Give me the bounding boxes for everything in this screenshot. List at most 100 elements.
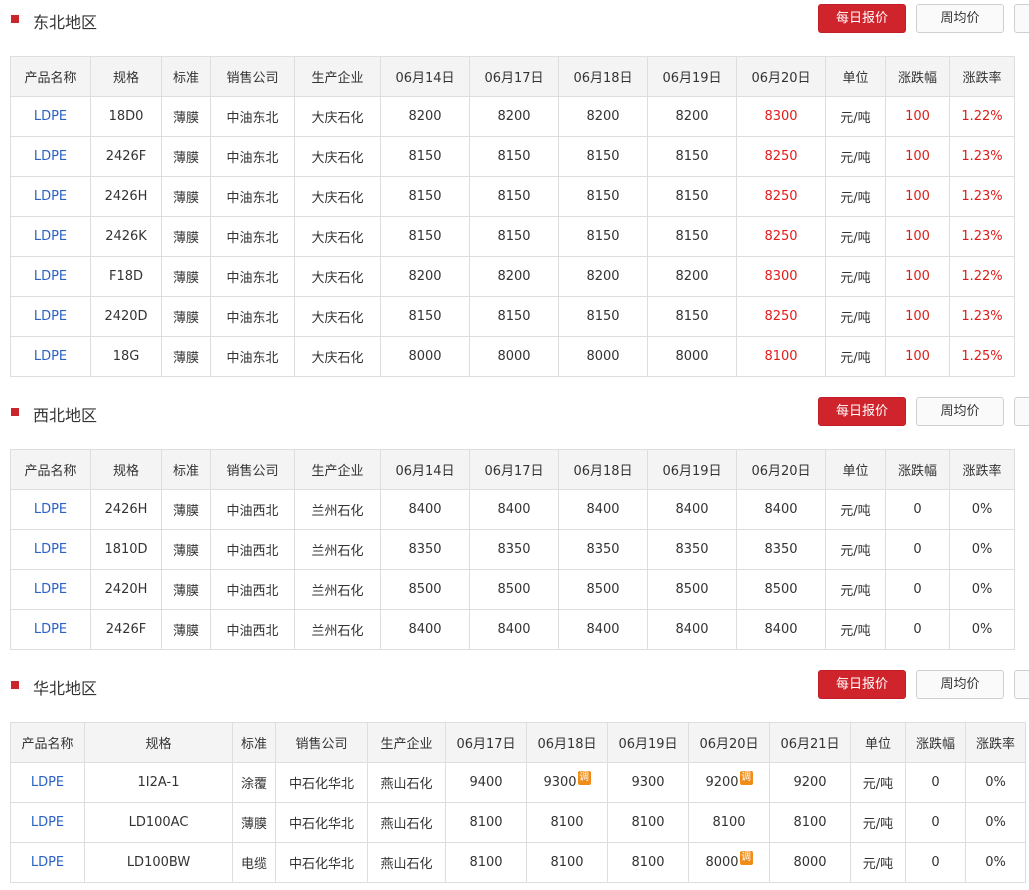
daily-quote-button[interactable]: 每日报价 [818, 397, 906, 426]
price-day3-value: 9300 [631, 775, 665, 790]
daily-quote-button[interactable]: 每日报价 [818, 670, 906, 699]
unit-cell: 元/吨 [825, 176, 886, 217]
sales-company-cell: 中油东北 [210, 256, 295, 297]
product-name-value: LDPE [30, 775, 65, 790]
unit-cell: 元/吨 [825, 569, 886, 610]
producer-cell: 大庆石化 [294, 336, 381, 377]
change-rate-cell: 0% [949, 609, 1015, 650]
sales-company-value: 中石化华北 [288, 777, 354, 792]
price-day3-cell: 8200 [558, 256, 648, 297]
product-name-cell[interactable]: LDPE [10, 296, 91, 337]
producer-cell: 大庆石化 [294, 256, 381, 297]
price-day3-value: 8000 [586, 349, 620, 364]
sales-company-value: 中油西北 [226, 504, 279, 519]
change-rate-value: 0% [985, 775, 1006, 790]
section-northeast: 东北地区 每日报价 周均价 产品名称 规格 标准 销售公司 生产企业 06月14日 06月1… [0, 0, 1029, 377]
more-button[interactable] [1014, 4, 1029, 33]
price-day1-value: 8000 [408, 349, 442, 364]
price-day1-value: 8150 [408, 309, 442, 324]
column-header: 涨跌率 [965, 722, 1026, 763]
price-day2-cell: 8350 [469, 529, 559, 570]
weekly-average-button[interactable]: 周均价 [916, 670, 1004, 699]
producer-value: 大庆石化 [311, 311, 364, 326]
column-header: 涨跌率 [949, 449, 1015, 490]
unit-cell: 元/吨 [850, 762, 906, 803]
product-name-cell[interactable]: LDPE [10, 529, 91, 570]
price-day5-value: 8400 [764, 502, 798, 517]
sales-company-value: 中油西北 [226, 584, 279, 599]
column-header: 06月20日 [688, 722, 770, 763]
section-marker-icon [11, 408, 19, 416]
producer-cell: 兰州石化 [294, 569, 381, 610]
change-amount-cell: 100 [885, 216, 950, 257]
product-name-cell[interactable]: LDPE [10, 569, 91, 610]
price-day4-cell: 8400 [647, 489, 737, 530]
more-button[interactable] [1014, 670, 1029, 699]
product-name-cell[interactable]: LDPE [10, 96, 91, 137]
change-amount-cell: 0 [885, 529, 950, 570]
more-button[interactable] [1014, 397, 1029, 426]
unit-value: 元/吨 [862, 777, 894, 792]
price-day4-value: 8150 [675, 149, 709, 164]
price-day4-cell: 8500 [647, 569, 737, 610]
sales-company-value: 中油西北 [226, 544, 279, 559]
sales-company-cell: 中油东北 [210, 336, 295, 377]
product-name-cell[interactable]: LDPE [10, 256, 91, 297]
producer-cell: 大庆石化 [294, 296, 381, 337]
producer-value: 大庆石化 [311, 151, 364, 166]
price-day3-value: 8400 [586, 502, 620, 517]
price-day1-value: 8100 [469, 855, 503, 870]
column-header: 06月18日 [526, 722, 608, 763]
price-day2-cell: 8000 [469, 336, 559, 377]
table-row: LDPE F18D 薄膜 中油东北 大庆石化 8200 8200 8200 8200 8300 元/… [10, 256, 1015, 297]
spec-cell: LD100BW [84, 842, 233, 883]
product-name-cell[interactable]: LDPE [10, 802, 85, 843]
spec-value: LD100AC [128, 815, 189, 830]
price-day1-value: 8200 [408, 109, 442, 124]
producer-value: 大庆石化 [311, 111, 364, 126]
product-name-cell[interactable]: LDPE [10, 176, 91, 217]
price-day2-cell: 8400 [469, 609, 559, 650]
table-row: LDPE 18G 薄膜 中油东北 大庆石化 8000 8000 8000 8000 8100 元/吨… [10, 336, 1015, 377]
price-day3-value: 8100 [631, 855, 665, 870]
spec-value: 18D0 [108, 109, 144, 124]
price-day2-value: 8150 [497, 309, 531, 324]
product-name-cell[interactable]: LDPE [10, 842, 85, 883]
standard-cell: 薄膜 [161, 136, 211, 177]
section-header: 西北地区 每日报价 周均价 [0, 393, 1029, 433]
product-name-cell[interactable]: LDPE [10, 336, 91, 377]
price-day5-cell: 8250 [736, 216, 826, 257]
price-day5-cell: 8250 [736, 296, 826, 337]
change-amount-cell: 0 [885, 569, 950, 610]
price-day3-value: 8100 [631, 815, 665, 830]
product-name-cell[interactable]: LDPE [10, 762, 85, 803]
section-north: 华北地区 每日报价 周均价 产品名称 规格 标准 销售公司 生产企业 06月17日 06月1… [0, 666, 1029, 883]
price-day1-cell: 8100 [445, 842, 527, 883]
standard-cell: 薄膜 [161, 176, 211, 217]
column-header: 规格 [90, 449, 162, 490]
daily-quote-button[interactable]: 每日报价 [818, 4, 906, 33]
spec-value: 18G [112, 349, 140, 364]
price-table: 产品名称 规格 标准 销售公司 生产企业 06月17日 06月18日 06月19日 06月20日… [10, 722, 1026, 883]
product-name-cell[interactable]: LDPE [10, 609, 91, 650]
change-amount-cell: 100 [885, 296, 950, 337]
price-day2-cell: 8100 [526, 802, 608, 843]
weekly-average-button[interactable]: 周均价 [916, 397, 1004, 426]
producer-value: 大庆石化 [311, 231, 364, 246]
weekly-average-button[interactable]: 周均价 [916, 4, 1004, 33]
product-name-cell[interactable]: LDPE [10, 216, 91, 257]
change-rate-value: 0% [971, 582, 993, 597]
product-name-cell[interactable]: LDPE [10, 489, 91, 530]
column-header: 规格 [84, 722, 233, 763]
product-name-cell[interactable]: LDPE [10, 136, 91, 177]
standard-value: 薄膜 [172, 271, 199, 286]
sales-company-cell: 中石化华北 [275, 802, 368, 843]
table-row: LDPE 2426F 薄膜 中油西北 兰州石化 8400 8400 8400 8400 8400 元… [10, 609, 1015, 650]
sales-company-cell: 中油西北 [210, 529, 295, 570]
table-header-row: 产品名称 规格 标准 销售公司 生产企业 06月14日 06月17日 06月18日 06月19日… [10, 449, 1015, 490]
unit-value: 元/吨 [840, 151, 871, 166]
price-day2-value: 8150 [497, 189, 531, 204]
price-day3-value: 8400 [586, 622, 620, 637]
table-header-row: 产品名称 规格 标准 销售公司 生产企业 06月14日 06月17日 06月18日 06月19日… [10, 56, 1015, 97]
price-day1-value: 8400 [408, 622, 442, 637]
